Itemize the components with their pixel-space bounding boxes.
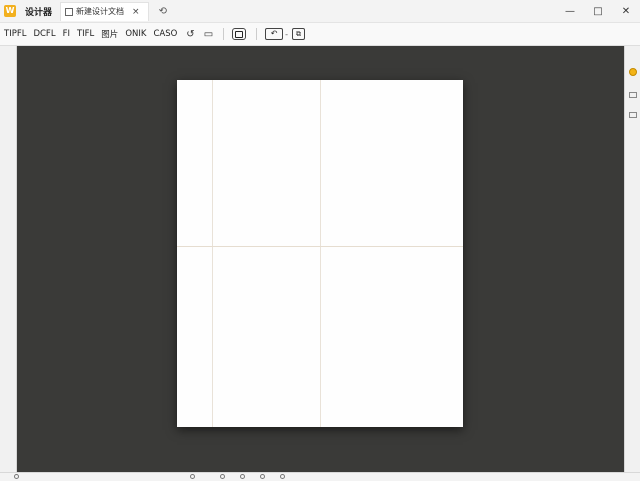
toolbar-item-7[interactable]: CASO	[153, 29, 177, 39]
dropdown-indicator[interactable]: -	[285, 30, 288, 39]
status-icon[interactable]	[260, 474, 265, 479]
message-icon[interactable]	[629, 92, 637, 98]
horizontal-guide-line[interactable]	[177, 246, 463, 247]
close-button[interactable]: ✕	[612, 6, 640, 17]
minimize-button[interactable]: —	[556, 6, 584, 17]
toolbar-item-4[interactable]: TIFL	[77, 29, 94, 39]
toolbar-divider	[256, 28, 258, 40]
toolbar: TIPFL DCFL FI TIFL 图片 ONIK CASO ↺ ▭ ↶ - …	[0, 23, 640, 46]
window-controls: — □ ✕	[556, 6, 640, 17]
status-icon[interactable]	[190, 474, 195, 479]
document-tab[interactable]: 新建设计文档 ×	[60, 1, 149, 21]
document-icon	[65, 7, 74, 16]
app-title: 设计器	[25, 7, 53, 18]
design-page[interactable]	[177, 80, 463, 427]
undo-icon[interactable]: ↶	[265, 28, 284, 40]
vertical-guide-line[interactable]	[212, 80, 213, 427]
toolbar-item-5[interactable]: 图片	[101, 28, 118, 40]
app-logo-icon: W	[4, 5, 16, 17]
frame-tool-icon[interactable]	[232, 28, 247, 40]
status-icon[interactable]	[280, 474, 285, 479]
notification-dot-icon[interactable]	[629, 68, 637, 76]
toolbar-divider	[223, 28, 225, 40]
document-tab-label: 新建设计文档	[76, 7, 125, 16]
toolbar-item-2[interactable]: DCFL	[33, 29, 55, 39]
rotate-icon[interactable]: ↺	[186, 29, 194, 40]
tab-close-icon[interactable]: ×	[132, 7, 140, 17]
status-icon[interactable]	[14, 474, 19, 479]
maximize-button[interactable]: □	[584, 6, 612, 17]
layers-icon[interactable]	[629, 112, 637, 118]
right-side-panel	[624, 46, 640, 472]
status-icon[interactable]	[240, 474, 245, 479]
vertical-guide-line[interactable]	[320, 80, 321, 427]
toolbar-item-1[interactable]: TIPFL	[4, 29, 26, 39]
title-bar: W 设计器 新建设计文档 × ⟲ — □ ✕	[0, 0, 640, 23]
status-icon[interactable]	[220, 474, 225, 479]
toolbar-item-6[interactable]: ONIK	[125, 29, 146, 39]
toolbar-item-3[interactable]: FI	[63, 29, 70, 39]
left-side-panel	[0, 46, 17, 472]
refresh-icon[interactable]: ⟲	[159, 6, 167, 17]
chat-icon[interactable]: ▭	[204, 29, 213, 40]
copy-icon[interactable]: ⧉	[292, 28, 306, 40]
